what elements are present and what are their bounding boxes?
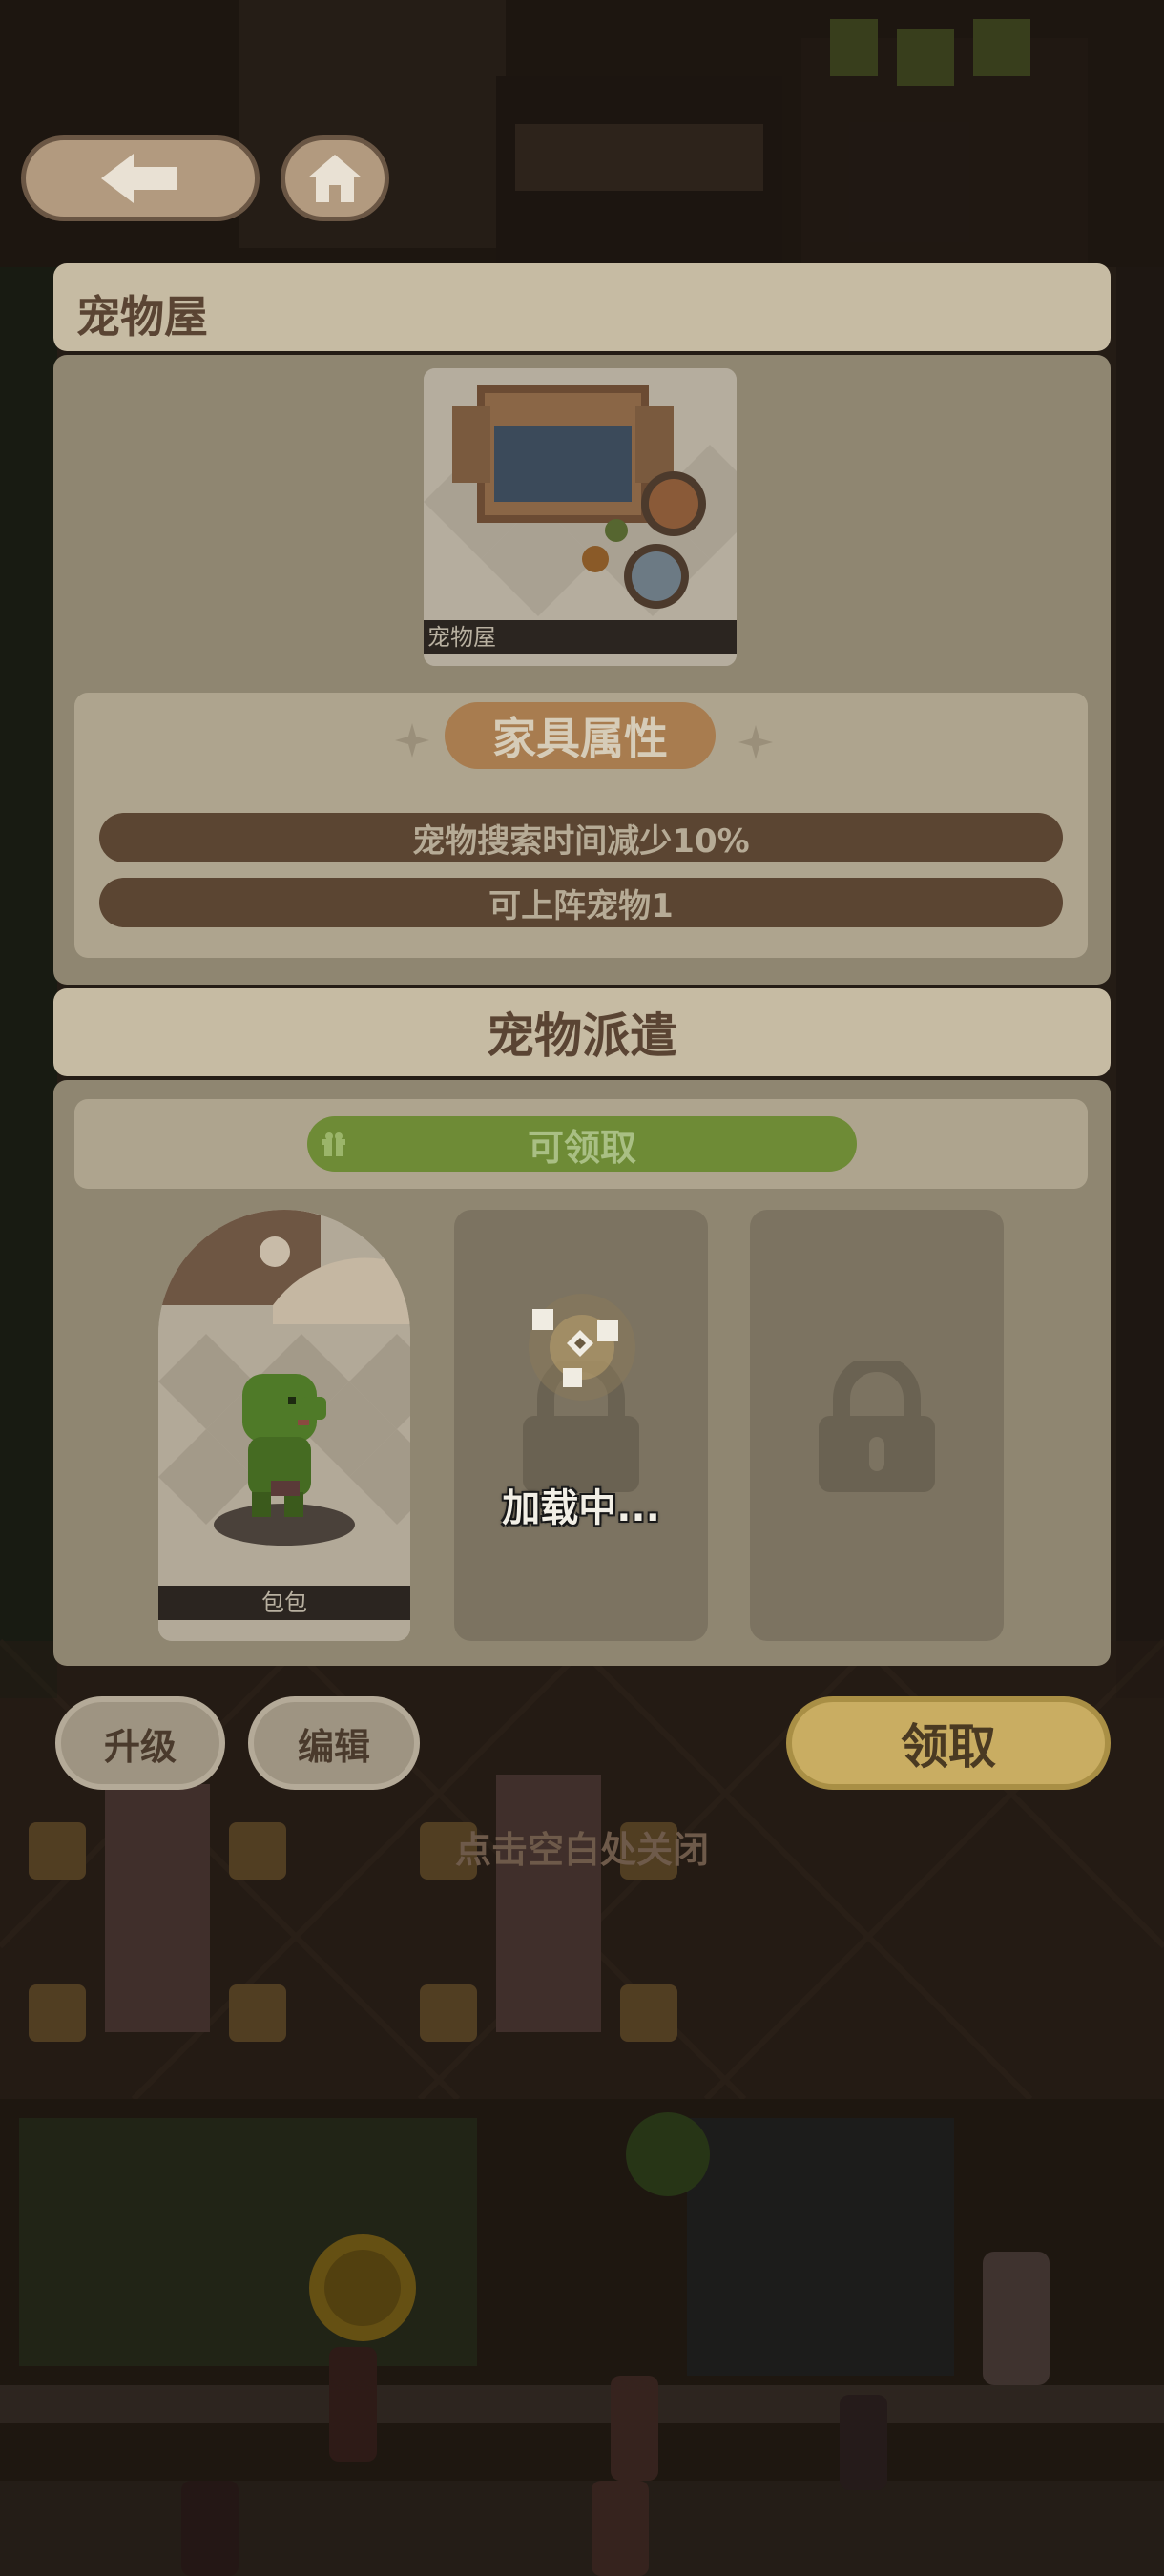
furniture-title-bar: 宠物屋 [53,263,1111,351]
pet-name: 包包 [261,1589,307,1616]
attributes-heading: 家具属性 [445,702,716,769]
attribute-text-1: 宠物搜索时间减少10% [412,821,750,861]
sparkle-left-icon [395,723,429,758]
edit-button[interactable]: 编辑 [248,1696,420,1790]
edit-button-label: 编辑 [297,1725,370,1768]
sparkle-right-icon [738,725,773,759]
loading-text: 加载中... [502,1486,660,1530]
furniture-item-name: 宠物屋 [427,624,496,651]
attributes-heading-text: 家具属性 [492,713,668,764]
dispatch-title-bar: 宠物派遣 [53,988,1111,1076]
claim-button[interactable]: 领取 [786,1696,1111,1790]
pet-slot-3-locked[interactable] [750,1210,1004,1641]
furniture-title: 宠物屋 [76,291,208,343]
home-button[interactable] [281,135,389,221]
claimable-status-bar[interactable]: 可领取 [307,1116,857,1172]
attribute-row-2: 可上阵宠物1 [99,878,1063,927]
attribute-text-2: 可上阵宠物1 [488,886,674,925]
gift-icon [322,1132,345,1156]
attribute-row-1: 宠物搜索时间减少10% [99,813,1063,862]
upgrade-button-label: 升级 [103,1725,177,1768]
lock-icon [819,1361,935,1492]
upgrade-button[interactable]: 升级 [55,1696,225,1790]
furniture-preview-card: 宠物屋 [424,368,737,666]
pet-slot-2[interactable] [454,1210,708,1641]
loading-spinner-icon [529,1294,635,1401]
claimable-status-text: 可领取 [527,1126,636,1169]
pet-name-label: 包包 [158,1586,410,1620]
pet-slot-1[interactable]: 包包 [158,1210,410,1641]
dispatch-heading: 宠物派遣 [487,1008,677,1064]
back-button[interactable] [21,135,260,221]
home-icon [308,155,362,202]
furniture-name-label: 宠物屋 [424,620,737,654]
pet-portrait [158,1210,410,1641]
arrow-left-icon [101,154,177,203]
close-hint: 点击空白处关闭 [454,1829,709,1871]
claim-button-label: 领取 [901,1719,996,1775]
